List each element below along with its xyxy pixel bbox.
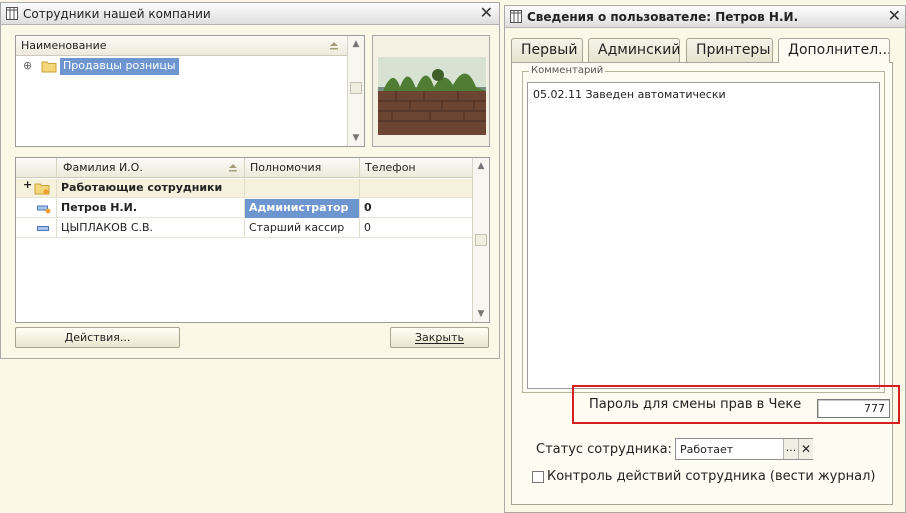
employees-window-titlebar[interactable]: Сотрудники нашей компании ✕ — [1, 3, 499, 25]
scroll-down-icon[interactable]: ▼ — [348, 130, 364, 146]
password-value: 777 — [864, 402, 885, 415]
comment-textarea[interactable]: 05.02.11 Заведен автоматически — [527, 82, 880, 389]
actions-button[interactable]: Действия... — [15, 327, 180, 348]
employees-table[interactable]: Фамилия И.О. Полномочия Телефон + Работа… — [15, 157, 490, 323]
element-icon — [37, 226, 49, 231]
tab-admin[interactable]: Админский — [588, 38, 680, 62]
status-label: Статус сотрудника: — [536, 442, 672, 457]
close-icon[interactable]: ✕ — [888, 7, 901, 25]
tree-column-name[interactable]: Наименование — [16, 36, 348, 56]
password-highlight: Пароль для смены прав в Чеке 777 — [572, 385, 900, 424]
tab-first[interactable]: Первый — [511, 38, 583, 62]
column-marker — [16, 158, 57, 178]
employee-role — [245, 179, 360, 198]
table-icon — [510, 10, 522, 23]
tree-header[interactable]: Наименование — [16, 36, 348, 56]
tree-item[interactable]: ⊕ Продавцы розницы — [16, 57, 348, 76]
employees-scrollbar[interactable]: ▲ ▼ — [472, 158, 489, 322]
user-details-titlebar[interactable]: Сведения о пользователе: Петров Н.И. ✕ — [505, 6, 905, 28]
scroll-down-icon[interactable]: ▼ — [473, 306, 489, 322]
scroll-thumb[interactable] — [475, 234, 487, 246]
select-button[interactable]: ... — [783, 439, 798, 459]
aquarium-photo — [378, 57, 486, 135]
row-marker — [16, 199, 57, 218]
window-title: Сотрудники нашей компании — [23, 7, 211, 21]
employee-name: Петров Н.И. — [57, 199, 245, 218]
column-role[interactable]: Полномочия — [245, 158, 360, 178]
element-edit-icon — [37, 205, 51, 214]
close-button[interactable]: Закрыть — [390, 327, 489, 348]
comment-group: Комментарий 05.02.11 Заведен автоматичес… — [522, 65, 885, 393]
table-row[interactable]: ЦЫПЛАКОВ С.В. Старший кассир 0 — [16, 219, 473, 238]
status-value: Работает — [680, 443, 734, 456]
employee-role: Старший кассир — [245, 219, 360, 238]
employee-role[interactable]: Администратор — [245, 199, 360, 218]
comment-legend: Комментарий — [529, 65, 606, 76]
employees-table-header: Фамилия И.О. Полномочия Телефон — [16, 158, 473, 178]
status-field[interactable]: Работает ... ✕ — [675, 438, 813, 460]
log-checkbox[interactable] — [532, 471, 544, 483]
scroll-thumb[interactable] — [350, 82, 362, 94]
tree-scrollbar[interactable]: ▲ ▼ — [347, 36, 364, 146]
scroll-up-icon[interactable]: ▲ — [473, 158, 489, 174]
comment-text: 05.02.11 Заведен автоматически — [533, 88, 726, 101]
photo-frame — [372, 35, 490, 147]
user-details-window: Сведения о пользователе: Петров Н.И. ✕ П… — [504, 5, 906, 513]
password-input[interactable]: 777 — [817, 399, 890, 418]
folder-group-icon — [34, 183, 50, 195]
employee-phone: 0 — [364, 201, 372, 214]
employee-name: ЦЫПЛАКОВ С.В. — [57, 219, 245, 238]
employee-phone — [360, 179, 473, 198]
clear-icon[interactable]: ✕ — [798, 439, 813, 459]
row-marker: + — [16, 179, 57, 198]
column-name[interactable]: Фамилия И.О. — [57, 158, 245, 178]
tree-item-label: Продавцы розницы — [60, 58, 179, 75]
employee-phone: 0 — [364, 221, 371, 234]
table-row[interactable]: + Работающие сотрудники — [16, 179, 473, 198]
employees-window: Сотрудники нашей компании ✕ Наименование… — [0, 2, 500, 359]
folder-icon — [41, 61, 57, 73]
close-icon[interactable]: ✕ — [480, 4, 493, 22]
tab-additional[interactable]: Дополнител... — [778, 38, 890, 63]
password-label: Пароль для смены прав в Чеке — [589, 397, 802, 412]
row-marker — [16, 219, 57, 238]
sort-icon — [330, 42, 338, 50]
log-checkbox-label: Контроль действий сотрудника (вести журн… — [547, 469, 876, 484]
table-icon — [6, 7, 18, 20]
table-row[interactable]: Петров Н.И. Администратор 0 — [16, 199, 473, 218]
sort-icon — [229, 164, 237, 172]
expand-icon[interactable]: ⊕ — [23, 57, 32, 75]
close-button-label: Закрыть — [415, 331, 464, 344]
column-phone[interactable]: Телефон — [360, 158, 473, 178]
groups-tree[interactable]: Наименование ⊕ Продавцы розницы ▲ ▼ — [15, 35, 365, 147]
expand-icon[interactable]: + — [23, 179, 32, 194]
employee-name: Работающие сотрудники — [57, 179, 245, 198]
scroll-up-icon[interactable]: ▲ — [348, 36, 364, 52]
window-title: Сведения о пользователе: Петров Н.И. — [527, 10, 799, 24]
tab-printers[interactable]: Принтеры — [686, 38, 773, 62]
